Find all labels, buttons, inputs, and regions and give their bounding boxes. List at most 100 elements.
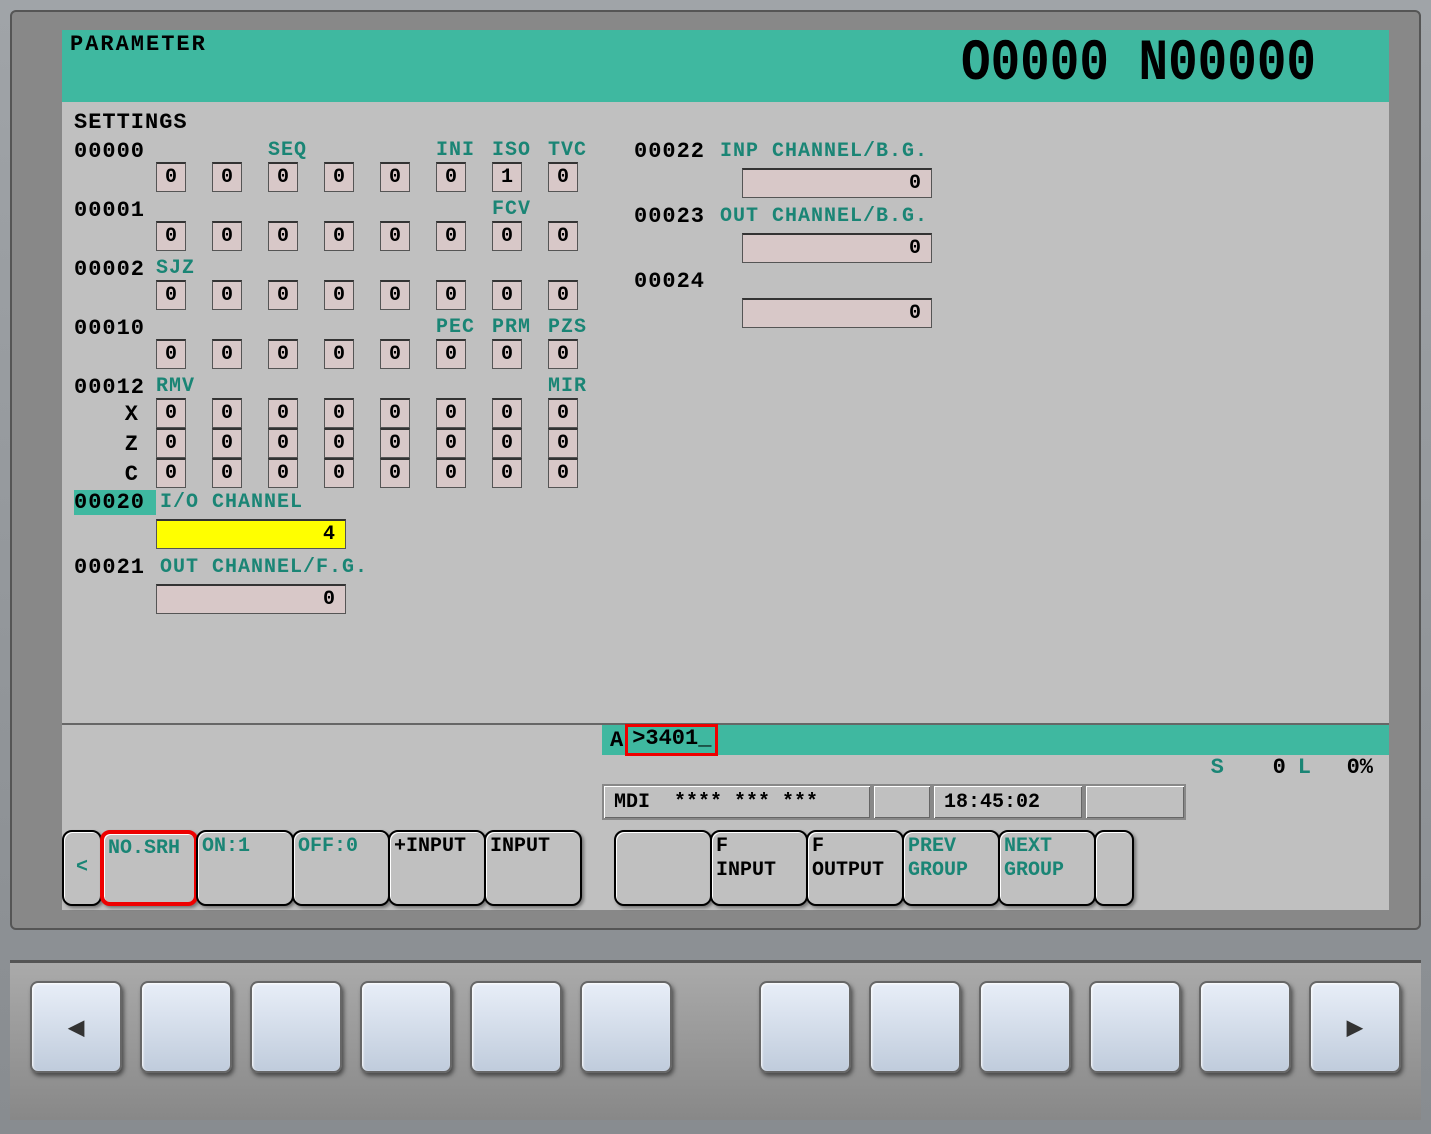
bit-label bbox=[548, 257, 604, 282]
softkey-no-srh[interactable]: NO.SRH bbox=[100, 830, 198, 906]
input-value[interactable]: >3401_ bbox=[625, 724, 718, 756]
value-field[interactable]: 4 bbox=[156, 519, 346, 549]
softkey-f-output[interactable]: F OUTPUT bbox=[806, 830, 904, 906]
bit-field[interactable]: 0 bbox=[548, 162, 578, 192]
bit-field[interactable]: 0 bbox=[436, 458, 466, 488]
bit-field[interactable]: 0 bbox=[548, 428, 578, 458]
bit-field[interactable]: 0 bbox=[212, 339, 242, 369]
bit-field[interactable]: 0 bbox=[436, 398, 466, 428]
hw-softkey-button[interactable] bbox=[1199, 981, 1291, 1073]
value-field[interactable]: 0 bbox=[742, 168, 932, 198]
hw-softkey-button[interactable] bbox=[360, 981, 452, 1073]
bit-field[interactable]: 0 bbox=[380, 162, 410, 192]
bit-field[interactable]: 0 bbox=[324, 428, 354, 458]
bit-label bbox=[156, 198, 212, 223]
hw-softkey-button[interactable] bbox=[140, 981, 232, 1073]
value-field[interactable]: 0 bbox=[742, 298, 932, 328]
bit-field[interactable]: 0 bbox=[212, 280, 242, 310]
bit-field[interactable]: 0 bbox=[492, 280, 522, 310]
bit-field[interactable]: 0 bbox=[268, 162, 298, 192]
bit-field[interactable]: 0 bbox=[436, 339, 466, 369]
bit-field[interactable]: 0 bbox=[324, 221, 354, 251]
bit-field[interactable]: 0 bbox=[436, 428, 466, 458]
softkey--input[interactable]: +INPUT bbox=[388, 830, 486, 906]
bit-field[interactable]: 0 bbox=[548, 221, 578, 251]
param-num-00022: 00022 bbox=[634, 139, 716, 164]
bit-field[interactable]: 0 bbox=[380, 428, 410, 458]
bit-label bbox=[324, 139, 380, 164]
bit-field[interactable]: 0 bbox=[268, 339, 298, 369]
bit-field[interactable]: 0 bbox=[212, 458, 242, 488]
bit-field[interactable]: 0 bbox=[380, 458, 410, 488]
bit-field[interactable]: 0 bbox=[268, 398, 298, 428]
bit-field[interactable]: 0 bbox=[548, 280, 578, 310]
bit-field[interactable]: 0 bbox=[380, 339, 410, 369]
bit-field[interactable]: 0 bbox=[380, 398, 410, 428]
bit-field[interactable]: 0 bbox=[324, 339, 354, 369]
softkey-on-1[interactable]: ON:1 bbox=[196, 830, 294, 906]
section-title: SETTINGS bbox=[74, 110, 1381, 135]
hw-softkey-button[interactable] bbox=[869, 981, 961, 1073]
bit-label bbox=[212, 257, 268, 282]
bit-field[interactable]: 0 bbox=[548, 339, 578, 369]
channel-label: OUT CHANNEL/F.G. bbox=[160, 556, 368, 579]
softkey-next-group[interactable]: NEXT GROUP bbox=[998, 830, 1096, 906]
bit-field[interactable]: 0 bbox=[436, 221, 466, 251]
bit-field[interactable]: 0 bbox=[268, 221, 298, 251]
softkey-input[interactable]: INPUT bbox=[484, 830, 582, 906]
bit-field[interactable]: 0 bbox=[324, 280, 354, 310]
bit-field[interactable]: 0 bbox=[156, 280, 186, 310]
param-num-00010: 00010 bbox=[74, 316, 156, 341]
bit-field[interactable]: 0 bbox=[324, 162, 354, 192]
bit-field[interactable]: 0 bbox=[492, 339, 522, 369]
bit-field[interactable]: 0 bbox=[212, 428, 242, 458]
bit-field[interactable]: 0 bbox=[156, 428, 186, 458]
bit-field[interactable]: 0 bbox=[156, 162, 186, 192]
bit-label bbox=[492, 257, 548, 282]
bit-field[interactable]: 0 bbox=[492, 221, 522, 251]
bit-label: PRM bbox=[492, 316, 548, 341]
hw-left-arrow-button[interactable]: ◀ bbox=[30, 981, 122, 1073]
bit-field[interactable]: 0 bbox=[156, 339, 186, 369]
bit-field[interactable]: 0 bbox=[436, 280, 466, 310]
value-field[interactable]: 0 bbox=[742, 233, 932, 263]
axis-label-X: X bbox=[74, 402, 156, 427]
bit-field[interactable]: 0 bbox=[268, 428, 298, 458]
softkey-blank[interactable] bbox=[1094, 830, 1134, 906]
bit-field[interactable]: 0 bbox=[268, 280, 298, 310]
bit-field[interactable]: 0 bbox=[380, 221, 410, 251]
bit-field[interactable]: 0 bbox=[324, 398, 354, 428]
softkey-f-input[interactable]: F INPUT bbox=[710, 830, 808, 906]
hw-softkey-button[interactable] bbox=[580, 981, 672, 1073]
bit-label bbox=[380, 198, 436, 223]
hw-softkey-button[interactable] bbox=[470, 981, 562, 1073]
bit-field[interactable]: 0 bbox=[212, 221, 242, 251]
bit-field[interactable]: 0 bbox=[548, 398, 578, 428]
bit-field[interactable]: 0 bbox=[380, 280, 410, 310]
softkey-off-0[interactable]: OFF:0 bbox=[292, 830, 390, 906]
hw-softkey-button[interactable] bbox=[759, 981, 851, 1073]
softkey--[interactable]: < bbox=[62, 830, 102, 906]
channel-label: I/O CHANNEL bbox=[160, 491, 303, 514]
bit-field[interactable]: 0 bbox=[212, 162, 242, 192]
bit-field[interactable]: 1 bbox=[492, 162, 522, 192]
bit-field[interactable]: 0 bbox=[492, 428, 522, 458]
hw-softkey-button[interactable] bbox=[1089, 981, 1181, 1073]
bit-field[interactable]: 0 bbox=[548, 458, 578, 488]
bit-field[interactable]: 0 bbox=[324, 458, 354, 488]
bit-field[interactable]: 0 bbox=[212, 398, 242, 428]
hw-softkey-button[interactable] bbox=[250, 981, 342, 1073]
hw-right-arrow-button[interactable]: ▶ bbox=[1309, 981, 1401, 1073]
bit-field[interactable]: 0 bbox=[492, 458, 522, 488]
softkey-prev-group[interactable]: PREV GROUP bbox=[902, 830, 1000, 906]
hw-softkey-button[interactable] bbox=[979, 981, 1071, 1073]
bit-field[interactable]: 0 bbox=[492, 398, 522, 428]
bit-field[interactable]: 0 bbox=[436, 162, 466, 192]
bit-label: SEQ bbox=[268, 139, 324, 164]
bit-field[interactable]: 0 bbox=[156, 458, 186, 488]
bit-field[interactable]: 0 bbox=[156, 398, 186, 428]
value-field[interactable]: 0 bbox=[156, 584, 346, 614]
softkey-blank[interactable] bbox=[614, 830, 712, 906]
bit-field[interactable]: 0 bbox=[268, 458, 298, 488]
bit-field[interactable]: 0 bbox=[156, 221, 186, 251]
